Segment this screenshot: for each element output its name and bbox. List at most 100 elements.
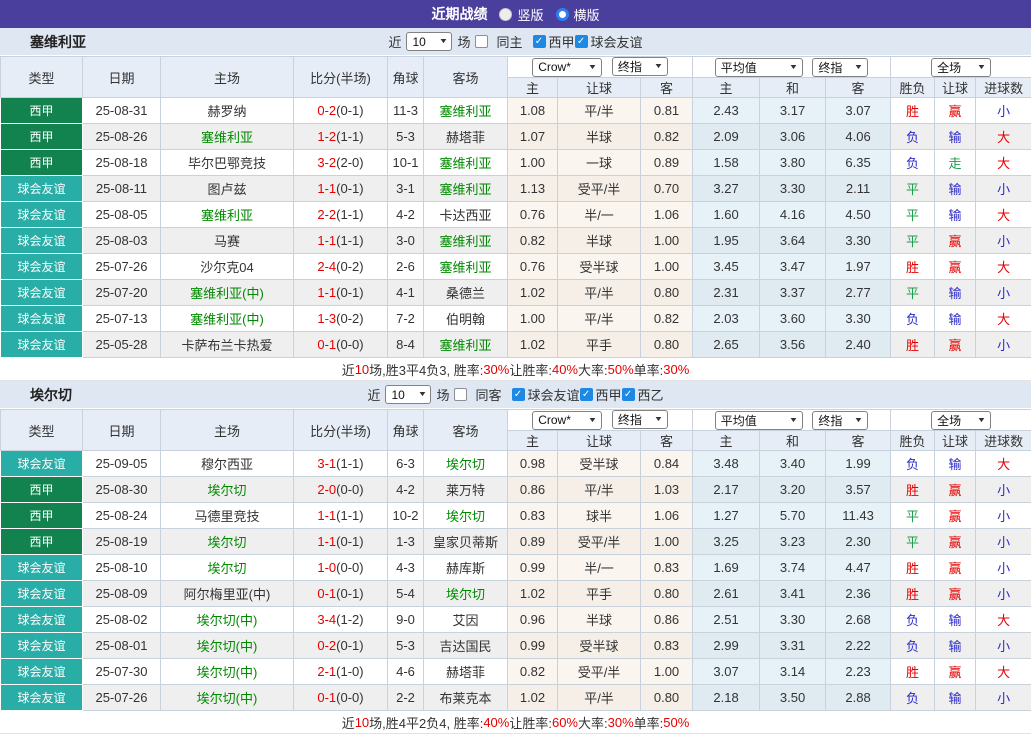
average-select[interactable]: 平均值▼ bbox=[715, 411, 803, 430]
avg-away-odds: 3.57 bbox=[826, 477, 891, 503]
away-team: 塞维利亚 bbox=[424, 332, 508, 358]
home-team: 阿尔梅里亚(中) bbox=[161, 581, 294, 607]
average-select[interactable]: 平均值▼ bbox=[715, 58, 803, 77]
home-team: 埃尔切(中) bbox=[161, 685, 294, 711]
summary-text: 大率: bbox=[578, 713, 608, 732]
radio-unselected-icon[interactable] bbox=[499, 8, 512, 21]
result-handicap: 走 bbox=[935, 150, 976, 176]
average-stage-select[interactable]: 终指▼ bbox=[812, 411, 868, 430]
league-type-badge: 西甲 bbox=[1, 529, 83, 555]
result-goals: 小 bbox=[976, 228, 1031, 254]
chevron-down-icon: ▼ bbox=[977, 64, 987, 71]
league-type-badge: 球会友谊 bbox=[1, 202, 83, 228]
matches-body: 球会友谊25-09-05穆尔西亚3-1(1-1)6-3埃尔切0.98受半球0.8… bbox=[1, 451, 1031, 711]
crow-handicap: 受平/半 bbox=[558, 176, 641, 202]
crow-handicap: 半/一 bbox=[558, 202, 641, 228]
match-row: 西甲25-08-18毕尔巴鄂竞技3-2(2-0)10-1塞维利亚1.00一球0.… bbox=[1, 150, 1031, 176]
topbar: 近期战绩 竖版 横版 bbox=[0, 0, 1031, 28]
league-checkbox[interactable]: ✓ bbox=[512, 388, 525, 401]
bookmaker-select[interactable]: Crow*▼ bbox=[532, 58, 602, 77]
col-header-type: 类型 bbox=[1, 410, 83, 451]
league-checkbox[interactable]: ✓ bbox=[533, 35, 546, 48]
bookmaker-select[interactable]: Crow*▼ bbox=[532, 411, 602, 430]
same-venue-checkbox[interactable] bbox=[454, 388, 467, 401]
avg-away-odds: 11.43 bbox=[826, 503, 891, 529]
result-handicap: 输 bbox=[935, 176, 976, 202]
result-goals: 大 bbox=[976, 150, 1031, 176]
crow-away-odds: 0.86 bbox=[641, 607, 693, 633]
league-checkbox[interactable]: ✓ bbox=[580, 388, 593, 401]
crow-home-odds: 1.07 bbox=[508, 124, 558, 150]
result-outcome: 胜 bbox=[891, 555, 935, 581]
crow-away-odds: 1.00 bbox=[641, 659, 693, 685]
sub-header: 客 bbox=[641, 431, 693, 451]
home-team: 图卢兹 bbox=[161, 176, 294, 202]
league-type-badge: 西甲 bbox=[1, 98, 83, 124]
half-time-score: (0-1) bbox=[336, 534, 363, 549]
crow-away-odds: 0.80 bbox=[641, 332, 693, 358]
league-checkbox-label: 西甲 bbox=[596, 385, 622, 404]
match-row: 球会友谊25-07-26埃尔切(中)0-1(0-0)2-2布莱克本1.02平/半… bbox=[1, 685, 1031, 711]
avg-home-odds: 1.60 bbox=[693, 202, 760, 228]
games-label: 场 bbox=[457, 32, 470, 51]
layout-vertical-option[interactable]: 竖版 bbox=[499, 5, 543, 24]
matches-table: 类型 日期 主场 比分(半场) 角球 客场 Crow*▼ 终指▼ 平均值▼ 终指… bbox=[0, 409, 1031, 711]
league-checkbox[interactable]: ✓ bbox=[622, 388, 635, 401]
home-team: 马赛 bbox=[161, 228, 294, 254]
result-outcome: 负 bbox=[891, 607, 935, 633]
half-time-score: (1-0) bbox=[336, 664, 363, 679]
scope-dropdown-group: 全场▼ bbox=[891, 57, 1031, 78]
result-outcome: 平 bbox=[891, 503, 935, 529]
sub-header: 进球数 bbox=[976, 431, 1031, 451]
full-time-score: 1-1 bbox=[317, 233, 336, 248]
score-cell: 0-1(0-0) bbox=[294, 332, 388, 358]
league-checkbox[interactable]: ✓ bbox=[575, 35, 588, 48]
score-cell: 3-4(1-2) bbox=[294, 607, 388, 633]
match-row: 球会友谊25-07-13塞维利亚(中)1-3(0-2)7-2伯明翰1.00平/半… bbox=[1, 306, 1031, 332]
home-team: 塞维利亚(中) bbox=[161, 280, 294, 306]
result-outcome: 平 bbox=[891, 529, 935, 555]
result-goals: 小 bbox=[976, 176, 1031, 202]
avg-draw-odds: 3.31 bbox=[760, 633, 826, 659]
scope-select[interactable]: 全场▼ bbox=[931, 58, 991, 77]
league-type-badge: 球会友谊 bbox=[1, 685, 83, 711]
match-date: 25-08-19 bbox=[83, 529, 161, 555]
result-handicap: 输 bbox=[935, 685, 976, 711]
half-time-score: (0-0) bbox=[336, 337, 363, 352]
crow-away-odds: 0.89 bbox=[641, 150, 693, 176]
match-row: 西甲25-08-19埃尔切1-1(0-1)1-3皇家贝蒂斯0.89受平/半1.0… bbox=[1, 529, 1031, 555]
home-team: 埃尔切(中) bbox=[161, 607, 294, 633]
avg-away-odds: 6.35 bbox=[826, 150, 891, 176]
half-time-score: (0-0) bbox=[336, 482, 363, 497]
full-time-score: 1-3 bbox=[317, 311, 336, 326]
home-team: 埃尔切(中) bbox=[161, 659, 294, 685]
radio-selected-icon[interactable] bbox=[556, 8, 569, 21]
result-handicap: 输 bbox=[935, 633, 976, 659]
avg-draw-odds: 3.14 bbox=[760, 659, 826, 685]
same-venue-checkbox[interactable] bbox=[475, 35, 488, 48]
avg-home-odds: 1.95 bbox=[693, 228, 760, 254]
home-team: 塞维利亚 bbox=[161, 124, 294, 150]
scope-select[interactable]: 全场▼ bbox=[931, 411, 991, 430]
crow-handicap: 半球 bbox=[558, 228, 641, 254]
score-cell: 1-0(0-0) bbox=[294, 555, 388, 581]
match-count-value: 10 bbox=[391, 388, 404, 402]
crow-home-odds: 0.83 bbox=[508, 503, 558, 529]
col-header-date: 日期 bbox=[83, 410, 161, 451]
score-cell: 3-2(2-0) bbox=[294, 150, 388, 176]
crow-away-odds: 0.83 bbox=[641, 555, 693, 581]
sub-header: 主 bbox=[693, 78, 760, 98]
average-stage-select[interactable]: 终指▼ bbox=[812, 58, 868, 77]
odds-stage-select[interactable]: 终指▼ bbox=[612, 57, 668, 76]
match-count-select[interactable]: 10 ▼ bbox=[385, 385, 431, 404]
home-team: 穆尔西亚 bbox=[161, 451, 294, 477]
odds-stage-select[interactable]: 终指▼ bbox=[612, 410, 668, 429]
corner-score: 6-3 bbox=[388, 451, 424, 477]
match-count-select[interactable]: 10 ▼ bbox=[406, 32, 452, 51]
sub-header: 主 bbox=[508, 78, 558, 98]
summary-stat: 30% bbox=[483, 362, 509, 377]
layout-horizontal-option[interactable]: 横版 bbox=[556, 5, 600, 24]
half-time-score: (2-0) bbox=[336, 155, 363, 170]
crow-home-odds: 0.89 bbox=[508, 529, 558, 555]
result-handicap: 赢 bbox=[935, 529, 976, 555]
